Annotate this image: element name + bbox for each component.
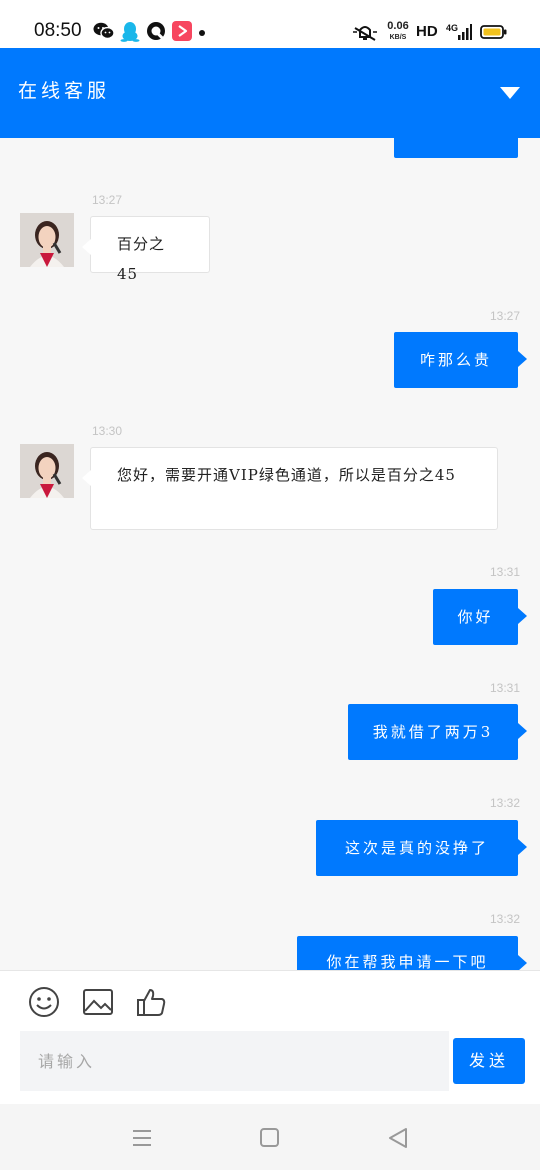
speed-unit: KB/S (389, 34, 407, 41)
system-nav-bar (0, 1104, 540, 1170)
image-icon[interactable] (80, 984, 116, 1020)
message-time: 13:27 (92, 193, 123, 207)
q-app-icon (146, 21, 168, 41)
message-time: 13:32 (490, 912, 521, 926)
chat-bubble-right (394, 138, 518, 158)
menu-icon[interactable] (130, 1127, 154, 1149)
message-input[interactable] (20, 1031, 449, 1091)
page-title: 在线客服 (18, 80, 111, 102)
speed-value: 0.06 (387, 20, 409, 32)
network-speed: 0.06 KB/S (385, 20, 411, 42)
agent-avatar (20, 444, 74, 498)
input-panel: 发送 (0, 970, 540, 1104)
agent-avatar (20, 213, 74, 267)
thumbs-up-icon[interactable] (134, 984, 170, 1020)
chat-bubble-right: 你在帮我申请一下吧 (297, 936, 527, 970)
mute-bell-icon (352, 22, 378, 42)
chat-bubble-left: 您好，需要开通VIP绿色通道，所以是百分之45 (82, 447, 498, 530)
chat-header: 在线客服 (0, 48, 540, 138)
battery-icon (480, 24, 508, 44)
status-time: 08:50 (34, 20, 82, 41)
qq-icon (120, 21, 142, 42)
signal-label: 4G (446, 23, 458, 33)
video-app-icon (172, 21, 194, 41)
home-square-icon[interactable] (258, 1127, 282, 1149)
signal-icon: 4G (446, 22, 472, 42)
message-time: 13:31 (490, 681, 521, 695)
send-button[interactable]: 发送 (453, 1038, 525, 1084)
chat-bubble-right: 这次是真的没挣了 (316, 820, 527, 876)
chat-bubble-right: 我就借了两万3 (348, 704, 527, 760)
status-bar: 08:50 0.06 KB/S HD 4G (0, 0, 540, 48)
message-time: 13:32 (490, 796, 521, 810)
triangle-down-icon[interactable] (500, 87, 520, 99)
wechat-icon (93, 21, 115, 41)
chat-bubble-left: 百分之45 (82, 216, 210, 283)
message-time: 13:31 (490, 565, 521, 579)
chat-area[interactable]: 13:27 百分之45 13:27 咋那么贵 13:30 您好，需要开通VIP绿… (0, 138, 540, 970)
hd-indicator: HD (416, 23, 438, 40)
back-triangle-icon[interactable] (386, 1127, 410, 1149)
notification-dot (199, 30, 205, 36)
message-time: 13:27 (490, 309, 521, 323)
message-time: 13:30 (92, 424, 123, 438)
chat-bubble-right: 咋那么贵 (394, 332, 527, 388)
smiley-icon[interactable] (26, 984, 62, 1020)
chat-bubble-right: 你好 (433, 589, 527, 645)
